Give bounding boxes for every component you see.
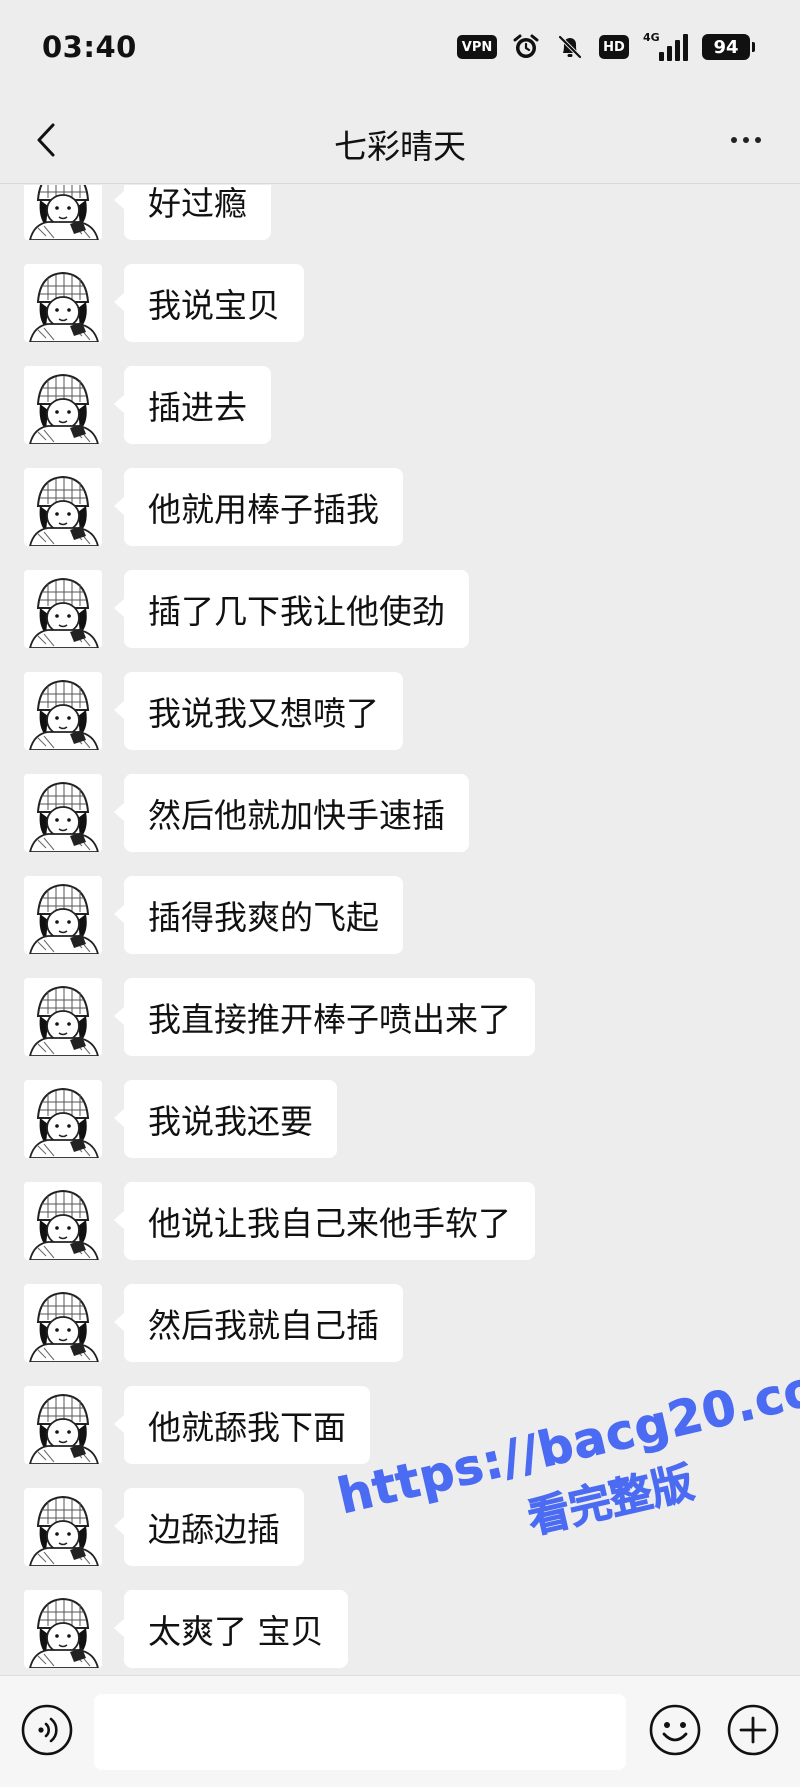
contact-avatar[interactable] xyxy=(24,774,102,852)
contact-avatar[interactable] xyxy=(24,1284,102,1362)
message-bubble[interactable]: 我说宝贝 xyxy=(114,264,304,342)
battery-indicator: 94 xyxy=(702,34,755,60)
contact-avatar[interactable] xyxy=(24,1182,102,1260)
message-row: 然后我就自己插 xyxy=(24,1284,403,1364)
message-input[interactable] xyxy=(94,1694,626,1770)
more-options-button[interactable] xyxy=(722,124,770,156)
message-bubble[interactable]: 他就舔我下面 xyxy=(114,1386,370,1464)
message-bubble[interactable]: 插进去 xyxy=(114,366,271,444)
contact-avatar[interactable] xyxy=(24,366,102,444)
message-bubble[interactable]: 他说让我自己来他手软了 xyxy=(114,1182,535,1260)
contact-avatar[interactable] xyxy=(24,570,102,648)
message-bubble[interactable]: 太爽了 宝贝 xyxy=(114,1590,348,1668)
message-bubble[interactable]: 然后他就加快手速插 xyxy=(114,774,469,852)
contact-avatar[interactable] xyxy=(24,672,102,750)
status-icons: VPN HD 4G 94 xyxy=(457,30,755,64)
contact-avatar[interactable] xyxy=(24,876,102,954)
message-bubble[interactable]: 插了几下我让他使劲 xyxy=(114,570,469,648)
network-label: 4G xyxy=(643,31,660,44)
contact-avatar[interactable] xyxy=(24,185,102,240)
message-row: 他就用棒子插我 xyxy=(24,468,403,548)
message-bubble[interactable]: 我直接推开棒子喷出来了 xyxy=(114,978,535,1056)
message-row: 然后他就加快手速插 xyxy=(24,774,469,854)
message-row: 边舔边插 xyxy=(24,1488,304,1568)
signal-icon: 4G xyxy=(643,31,688,61)
message-bubble[interactable]: 插得我爽的飞起 xyxy=(114,876,403,954)
message-row: 我说宝贝 xyxy=(24,264,304,344)
message-row: 我说我还要 xyxy=(24,1080,337,1160)
chat-message-list[interactable]: 好过瘾我说宝贝插进去他就用棒子插我 插了几下我让他使劲 我说我又想喷了 然后他就加快手… xyxy=(0,185,800,1675)
message-row: 好过瘾 xyxy=(24,185,271,242)
message-row: 我直接推开棒子喷出来了 xyxy=(24,978,535,1058)
message-row: 太爽了 宝贝 xyxy=(24,1590,348,1670)
contact-avatar[interactable] xyxy=(24,1590,102,1668)
emoji-icon xyxy=(649,1704,701,1756)
more-functions-button[interactable] xyxy=(726,1703,780,1757)
message-row: 插进去 xyxy=(24,366,271,446)
bell-off-icon xyxy=(555,32,585,62)
message-bubble[interactable]: 边舔边插 xyxy=(114,1488,304,1566)
hd-badge: HD xyxy=(599,35,629,59)
page-title: 七彩晴天 xyxy=(334,127,466,166)
contact-avatar[interactable] xyxy=(24,1488,102,1566)
contact-avatar[interactable] xyxy=(24,1080,102,1158)
status-time: 03:40 xyxy=(42,30,137,64)
alarm-icon xyxy=(511,32,541,62)
contact-avatar[interactable] xyxy=(24,468,102,546)
message-row: 他就舔我下面 xyxy=(24,1386,370,1466)
contact-avatar[interactable] xyxy=(24,1386,102,1464)
message-row: 我说我又想喷了 xyxy=(24,672,403,752)
message-row: 他说让我自己来他手软了 xyxy=(24,1182,535,1262)
plus-circle-icon xyxy=(727,1704,779,1756)
message-bubble[interactable]: 然后我就自己插 xyxy=(114,1284,403,1362)
vpn-badge: VPN xyxy=(457,35,497,59)
message-bubble[interactable]: 好过瘾 xyxy=(114,185,271,240)
title-bar: 七彩晴天 xyxy=(0,96,800,184)
emoji-button[interactable] xyxy=(648,1703,702,1757)
message-bubble[interactable]: 他就用棒子插我 xyxy=(114,468,403,546)
message-row: 插了几下我让他使劲 xyxy=(24,570,469,650)
message-bubble[interactable]: 我说我还要 xyxy=(114,1080,337,1158)
contact-avatar[interactable] xyxy=(24,978,102,1056)
more-horizontal-icon xyxy=(731,137,737,143)
message-bubble[interactable]: 我说我又想喷了 xyxy=(114,672,403,750)
status-bar: 03:40 VPN HD 4G 94 xyxy=(0,0,800,96)
input-bar xyxy=(0,1675,800,1787)
message-row: 插得我爽的飞起 xyxy=(24,876,403,956)
voice-icon xyxy=(21,1704,73,1756)
voice-input-button[interactable] xyxy=(20,1703,74,1757)
contact-avatar[interactable] xyxy=(24,264,102,342)
